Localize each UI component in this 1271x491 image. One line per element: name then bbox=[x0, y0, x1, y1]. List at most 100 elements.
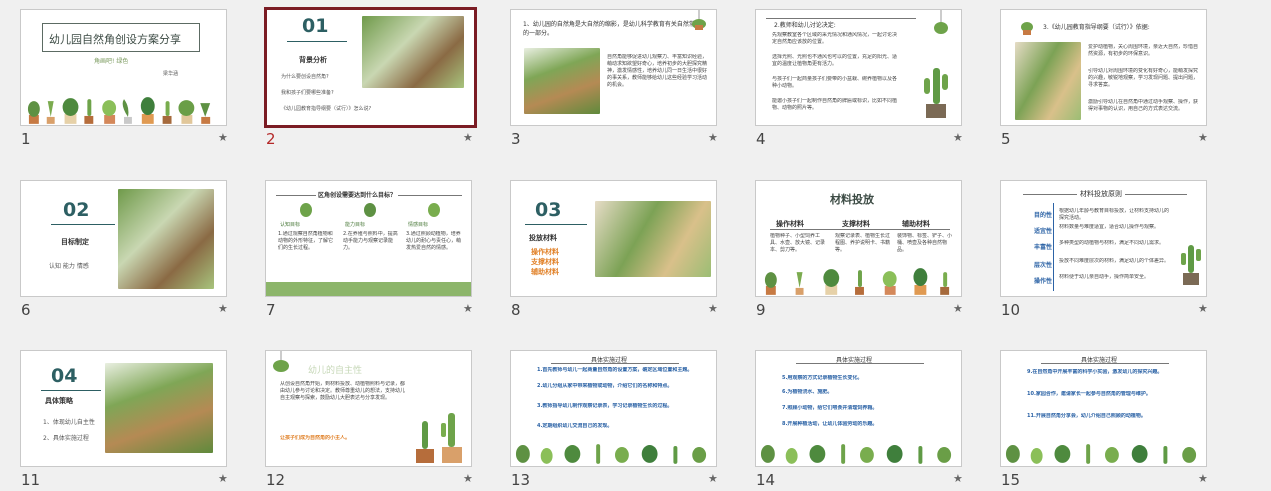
slide-number: 9 bbox=[756, 301, 766, 319]
slide-2-heading: 背景分析 bbox=[299, 56, 327, 64]
row-text: 材料数量与难度适宜，适合幼儿操作与观察。 bbox=[1059, 224, 1160, 230]
potted-plants-illustration bbox=[1005, 444, 1197, 464]
section-number: 02 bbox=[63, 199, 90, 221]
bullet: 6.为植物浇水、施肥。 bbox=[782, 389, 833, 395]
plant-shelves-photo bbox=[595, 201, 711, 277]
slide-number: 8 bbox=[511, 301, 521, 319]
slide-number: 7 bbox=[266, 301, 276, 319]
slide-15-canvas[interactable]: 具体实施过程 9.在自然角中开展丰富的科学小实验，激发幼儿的探究兴趣。 10.家… bbox=[1000, 350, 1207, 467]
white-fence-garden-photo bbox=[105, 363, 213, 453]
divider bbox=[766, 18, 916, 19]
slide-number: 15 bbox=[1001, 471, 1021, 489]
slide-14-canvas[interactable]: 具体实施过程 5.用观察的方式记录植物生长变化。 6.为植物浇水、施肥。 7.照… bbox=[755, 350, 962, 467]
star-icon[interactable]: ★ bbox=[708, 302, 718, 315]
timeline-line bbox=[1053, 203, 1054, 291]
row-label: 操作性 bbox=[1034, 278, 1053, 285]
slide-thumbnail-9[interactable]: 材料投放 操作材料 支撑材料 辅助材料 植物种子、小型饲养工具、水壶、放大镜、记… bbox=[755, 180, 985, 330]
slide-3-body: 自然角能够促进幼儿观察力、丰富知识经验，萌动求知欲望好奇心，培养初步的大胆探究精… bbox=[607, 54, 707, 88]
slide-5-canvas[interactable]: 3.《幼儿园教育指导纲要（试行）》依据: 爱护动植物，关心周围环境，亲近大自然，… bbox=[1000, 9, 1207, 126]
bullet: 为什么要创设自然角? bbox=[281, 74, 329, 80]
slide-thumbnail-14[interactable]: 具体实施过程 5.用观察的方式记录植物生长变化。 6.为植物浇水、施肥。 7.照… bbox=[755, 350, 985, 491]
slide-thumbnail-13[interactable]: 具体实施过程 1.首先教师与幼儿一起商量自然角的设置方案，确定区域位置和主题。 … bbox=[510, 350, 740, 491]
classroom-plants-photo bbox=[362, 16, 464, 88]
star-icon[interactable]: ★ bbox=[463, 472, 473, 485]
slide-1-canvas[interactable]: 幼儿园自然角创设方案分享 角画吧! 绿色 梁华涵 bbox=[20, 9, 227, 126]
row-text: 多种类型的动植物与材料，满足不同幼儿需求。 bbox=[1059, 240, 1165, 246]
slide-thumbnail-3[interactable]: 1、幼儿园的自然角是大自然的缩影，是幼儿科学教育有关自然常识的一部分。 自然角能… bbox=[510, 9, 740, 159]
slide-thumbnail-12[interactable]: 幼儿的自主性 从创设自然角开始，到材料投放、动植物照料与记录，都由幼儿参与讨论和… bbox=[265, 350, 495, 491]
slide-thumbnail-1[interactable]: 幼儿园自然角创设方案分享 角画吧! 绿色 梁华涵 1 ★ bbox=[20, 9, 250, 159]
slide-10-heading: 材料投放原则 bbox=[1077, 189, 1125, 199]
slide-6-heading: 目标制定 bbox=[61, 238, 89, 246]
divider bbox=[770, 229, 950, 230]
slide-thumbnail-8[interactable]: 03 投放材料 操作材料 支撑材料 辅助材料 8 ★ bbox=[510, 180, 740, 330]
bullet: 激励引导幼儿在自然角中通过动手观察、操作，获得对事物的认识，用自己的方式表达交流… bbox=[1088, 99, 1199, 112]
slide-9-canvas[interactable]: 材料投放 操作材料 支撑材料 辅助材料 植物种子、小型饲养工具、水壶、放大镜、记… bbox=[755, 180, 962, 297]
slide-1-title: 幼儿园自然角创设方案分享 bbox=[49, 33, 181, 46]
star-icon[interactable]: ★ bbox=[708, 472, 718, 485]
slide-number: 14 bbox=[756, 471, 776, 489]
slide-thumbnail-4[interactable]: 2.教师和幼儿讨论决定: 先观察教室各个区域的采光情况和通风情况，一起讨论决定自… bbox=[755, 9, 985, 159]
slide-7-heading: 区角创设需要达到什么目标？ bbox=[316, 190, 399, 199]
star-icon[interactable]: ★ bbox=[953, 302, 963, 315]
slide-1-presenter: 梁华涵 bbox=[163, 71, 179, 77]
potted-plants-illustration bbox=[764, 268, 950, 295]
slide-sorter: 幼儿园自然角创设方案分享 角画吧! 绿色 梁华涵 1 ★ 01 背景分析 为什么… bbox=[0, 0, 1271, 491]
hanging-plant-icon bbox=[692, 10, 706, 30]
slide-6-canvas[interactable]: 02 目标制定 认知 能力 情感 bbox=[20, 180, 227, 297]
bullet: 能邀小孩子们一起制作自然角的牌匾或标识，比如不同植物、动物的照片等。 bbox=[772, 98, 898, 111]
star-icon[interactable]: ★ bbox=[953, 131, 963, 144]
star-icon[interactable]: ★ bbox=[1198, 472, 1208, 485]
potted-plants-illustration bbox=[515, 444, 707, 464]
section-number: 03 bbox=[535, 199, 562, 221]
column-text: 观察记录表、植物生长过程图、养护说明卡、书籍等。 bbox=[835, 233, 891, 253]
slide-2-canvas[interactable]: 01 背景分析 为什么要创设自然角? 我和孩子们要哪些准备? 《幼儿园教育指导纲… bbox=[264, 7, 477, 128]
slide-number: 11 bbox=[21, 471, 41, 489]
bullet: 1、体现幼儿自主性 bbox=[43, 419, 95, 426]
slide-thumbnail-6[interactable]: 02 目标制定 认知 能力 情感 6 ★ bbox=[20, 180, 250, 330]
star-icon[interactable]: ★ bbox=[953, 472, 963, 485]
slide-10-canvas[interactable]: 材料投放原则 目的性 适宜性 丰富性 层次性 操作性 根据幼儿年龄与教育目标投放… bbox=[1000, 180, 1207, 297]
slide-7-canvas[interactable]: 区角创设需要达到什么目标？ 认知目标 能力目标 情感目标 1.通过观察自然角植物… bbox=[265, 180, 472, 297]
slide-number: 6 bbox=[21, 301, 31, 319]
slide-3-canvas[interactable]: 1、幼儿园的自然角是大自然的缩影，是幼儿科学教育有关自然常识的一部分。 自然角能… bbox=[510, 9, 717, 126]
slide-11-heading: 具体策略 bbox=[45, 397, 73, 405]
star-icon[interactable]: ★ bbox=[218, 472, 228, 485]
slide-thumbnail-2[interactable]: 01 背景分析 为什么要创设自然角? 我和孩子们要哪些准备? 《幼儿园教育指导纲… bbox=[264, 7, 495, 159]
divider bbox=[525, 224, 587, 225]
slide-13-canvas[interactable]: 具体实施过程 1.首先教师与幼儿一起商量自然角的设置方案，确定区域位置和主题。 … bbox=[510, 350, 717, 467]
slide-4-heading: 2.教师和幼儿讨论决定: bbox=[774, 22, 836, 29]
star-icon[interactable]: ★ bbox=[1198, 302, 1208, 315]
bullet: 7.照顾小动物，给它们喂食并清理饲养箱。 bbox=[782, 405, 878, 411]
star-icon[interactable]: ★ bbox=[218, 302, 228, 315]
slide-number: 13 bbox=[511, 471, 531, 489]
slide-thumbnail-5[interactable]: 3.《幼儿园教育指导纲要（试行）》依据: 爱护动植物，关心周围环境，亲近大自然，… bbox=[1000, 9, 1230, 159]
column-label: 支撑材料 bbox=[842, 220, 870, 228]
plant-icon bbox=[1021, 22, 1033, 35]
slide-4-canvas[interactable]: 2.教师和幼儿讨论决定: 先观察教室各个区域的采光情况和通风情况，一起讨论决定自… bbox=[755, 9, 962, 126]
star-icon[interactable]: ★ bbox=[463, 131, 473, 144]
slide-12-highlight: 让孩子们成为自然角的小主人。 bbox=[280, 435, 351, 441]
column-label: 辅助材料 bbox=[902, 220, 930, 228]
footer-band bbox=[266, 282, 471, 296]
slide-thumbnail-7[interactable]: 区角创设需要达到什么目标？ 认知目标 能力目标 情感目标 1.通过观察自然角植物… bbox=[265, 180, 495, 330]
star-icon[interactable]: ★ bbox=[708, 131, 718, 144]
star-icon[interactable]: ★ bbox=[1198, 131, 1208, 144]
garden-wall-photo bbox=[118, 189, 214, 289]
slide-12-canvas[interactable]: 幼儿的自主性 从创设自然角开始，到材料投放、动植物照料与记录，都由幼儿参与讨论和… bbox=[265, 350, 472, 467]
star-icon[interactable]: ★ bbox=[218, 131, 228, 144]
column-label: 操作材料 bbox=[776, 220, 804, 228]
slide-thumbnail-10[interactable]: 材料投放原则 目的性 适宜性 丰富性 层次性 操作性 根据幼儿年龄与教育目标投放… bbox=[1000, 180, 1230, 330]
slide-11-canvas[interactable]: 04 具体策略 1、体现幼儿自主性 2、具体实施过程 bbox=[20, 350, 227, 467]
row-label: 丰富性 bbox=[1034, 244, 1053, 251]
section-number: 01 bbox=[302, 15, 329, 37]
slide-thumbnail-11[interactable]: 04 具体策略 1、体现幼儿自主性 2、具体实施过程 11 ★ bbox=[20, 350, 250, 491]
slide-number: 5 bbox=[1001, 130, 1011, 148]
hanging-plant-icon bbox=[934, 10, 948, 34]
star-icon[interactable]: ★ bbox=[463, 302, 473, 315]
slide-8-canvas[interactable]: 03 投放材料 操作材料 支撑材料 辅助材料 bbox=[510, 180, 717, 297]
bullet: 3.教师指导幼儿制作观察记录表，学习记录植物生长的过程。 bbox=[537, 403, 673, 409]
bullet: 我和孩子们要哪些准备? bbox=[281, 90, 334, 96]
slide-thumbnail-15[interactable]: 具体实施过程 9.在自然角中开展丰富的科学小实验，激发幼儿的探究兴趣。 10.家… bbox=[1000, 350, 1230, 491]
bullet: 11.开展自然角分享会，幼儿介绍自己照顾的动植物。 bbox=[1027, 413, 1146, 419]
